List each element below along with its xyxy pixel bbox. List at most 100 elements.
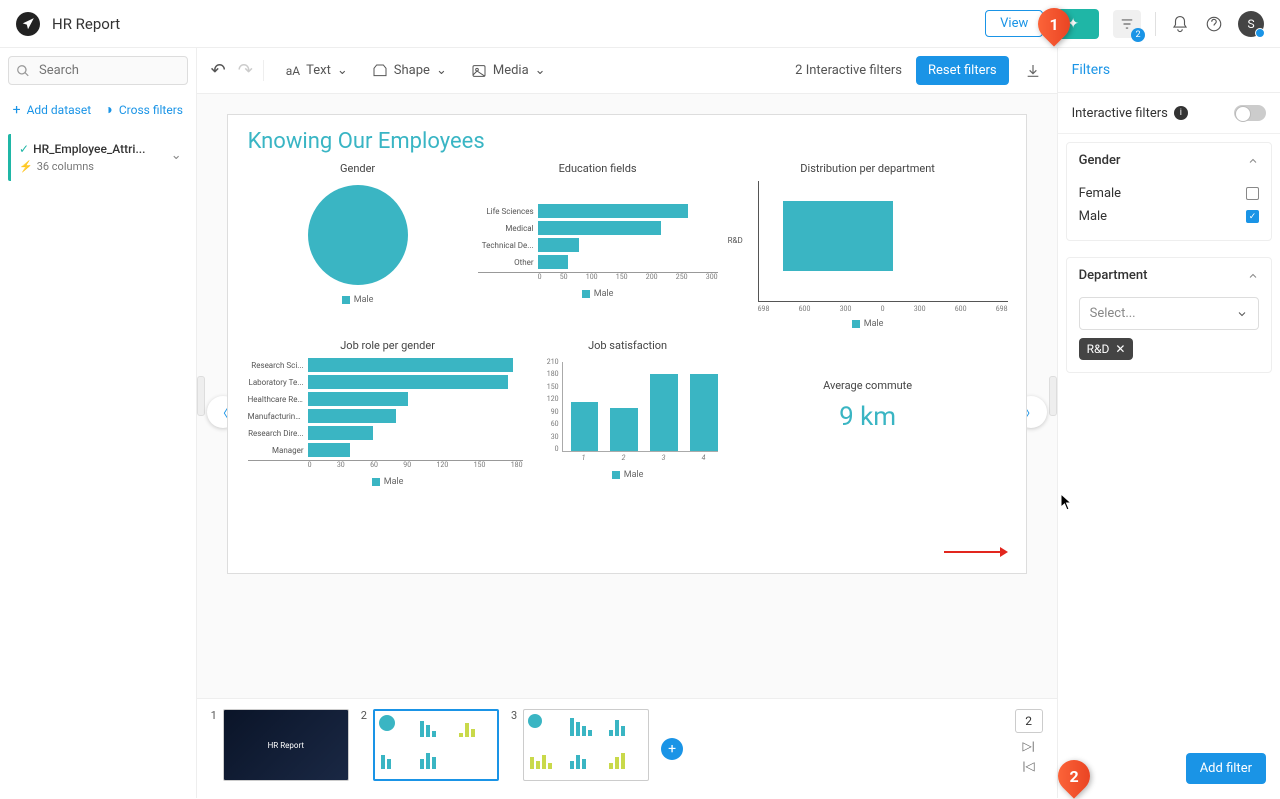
chip-remove-button[interactable]: ✕ [1115, 342, 1125, 356]
filter-section-department: Department Select... R&D ✕ [1066, 257, 1272, 373]
filter-title: Gender [1079, 153, 1121, 168]
view-button[interactable]: View [985, 10, 1043, 37]
axis-label: R&D [728, 236, 743, 245]
chart-legend: Male [248, 477, 528, 487]
bolt-icon: ⚡ [19, 160, 33, 173]
filter-header-gender[interactable]: Gender [1067, 143, 1271, 178]
venn-icon: ◑ [104, 101, 112, 118]
chevron-down-icon [1236, 308, 1248, 320]
datasets-sidebar: + Add dataset ◑ Cross filters ✓ HR_Emplo… [0, 48, 197, 798]
check-icon: ✓ [19, 142, 29, 156]
thumb-number: 1 [211, 709, 217, 781]
chevron-down-icon: ⌄ [337, 63, 348, 78]
search-input[interactable] [8, 56, 188, 85]
thumbnail-3[interactable]: 3 [511, 709, 649, 781]
slide-canvas[interactable]: Knowing Our Employees Gender Male Educat… [227, 114, 1027, 574]
chart-commute[interactable]: Average commute 9 km [728, 339, 1008, 487]
info-icon[interactable]: i [1174, 106, 1188, 120]
mouse-cursor [1060, 493, 1074, 515]
department-select[interactable]: Select... [1079, 297, 1259, 330]
chart-title: Job satisfaction [538, 339, 718, 352]
chart-education[interactable]: Education fields Life Sciences Medical T… [478, 162, 718, 329]
app-logo [16, 12, 40, 36]
add-slide-button[interactable]: + [661, 738, 683, 760]
download-icon [1025, 63, 1041, 79]
add-dataset-button[interactable]: + Add dataset [8, 95, 96, 124]
red-arrow-annotation [944, 545, 1008, 559]
add-dataset-label: Add dataset [27, 103, 92, 117]
help-icon [1205, 15, 1223, 33]
slide-title: Knowing Our Employees [248, 129, 1006, 154]
interactive-filters-toggle[interactable] [1234, 105, 1266, 121]
chevron-down-icon: ⌄ [436, 63, 447, 78]
checkbox-female[interactable]: Female [1079, 182, 1259, 205]
thumb-preview: HR Report [223, 709, 349, 781]
text-tool[interactable]: aA Text ⌄ [284, 59, 350, 82]
thumb-number: 2 [361, 709, 367, 781]
filter-count-badge: 2 [1131, 28, 1145, 42]
chevron-down-icon[interactable]: ⌄ [171, 148, 182, 163]
kpi-label: Average commute [728, 379, 1008, 392]
thumbnail-2[interactable]: 2 [361, 709, 499, 781]
chart-jobrole[interactable]: Job role per gender Research Sci... Labo… [248, 339, 528, 487]
help-button[interactable] [1204, 14, 1224, 34]
right-panel-handle[interactable] [1049, 376, 1057, 416]
pie-chart [308, 185, 408, 285]
plus-icon: + [13, 102, 21, 118]
cross-filters-label: Cross filters [119, 103, 183, 117]
notifications-button[interactable] [1170, 14, 1190, 34]
interactive-filters-label: Interactive filters [1072, 106, 1168, 121]
media-tool[interactable]: Media ⌄ [469, 59, 548, 83]
add-filter-button[interactable]: Add filter [1186, 753, 1266, 784]
filter-header-department[interactable]: Department [1067, 258, 1271, 293]
chart-title: Education fields [478, 162, 718, 175]
interactive-filter-count: 2 Interactive filters [795, 63, 902, 78]
page-number-input[interactable]: 2 [1015, 709, 1043, 733]
dataset-columns: 36 columns [37, 160, 94, 173]
thumbnail-1[interactable]: 1 HR Report [211, 709, 349, 781]
reset-filters-button[interactable]: Reset filters [916, 56, 1009, 85]
prev-page-button[interactable]: |◁ [1023, 759, 1035, 773]
slide-thumbnails: 1 HR Report 2 3 [197, 698, 1057, 798]
chart-legend: Male [478, 289, 718, 299]
left-panel-handle[interactable] [197, 376, 205, 416]
chart-legend: Male [728, 319, 1008, 329]
chart-gender[interactable]: Gender Male [248, 162, 468, 329]
chart-distribution[interactable]: Distribution per department R&D 69860030… [728, 162, 1008, 329]
editor-toolbar: ↶ ↷ aA Text ⌄ Shape ⌄ Media ⌄ 2 Interact… [197, 48, 1057, 94]
chart-jobsat[interactable]: Job satisfaction 2101801501209060300 123… [538, 339, 718, 487]
filters-panel: Filters Interactive filters i Gender Fem… [1057, 48, 1280, 798]
chart-legend: Male [538, 470, 718, 480]
cross-filters-button[interactable]: ◑ Cross filters [100, 95, 188, 124]
chart-title: Gender [248, 162, 468, 175]
redo-button[interactable]: ↷ [238, 60, 253, 81]
text-tool-label: Text [306, 63, 331, 78]
checkbox-label: Male [1079, 209, 1107, 224]
media-tool-label: Media [493, 63, 529, 78]
user-avatar[interactable]: S [1238, 11, 1264, 37]
app-header: HR Report View ✦ 2 S [0, 0, 1280, 48]
filter-section-gender: Gender Female Male ✓ [1066, 142, 1272, 241]
checkbox-label: Female [1079, 186, 1121, 201]
chevron-up-icon [1247, 270, 1259, 282]
kpi-value: 9 km [728, 402, 1008, 432]
chart-legend: Male [248, 295, 468, 305]
bell-icon [1171, 15, 1189, 33]
shape-icon [372, 63, 388, 79]
download-button[interactable] [1023, 61, 1043, 81]
shape-tool[interactable]: Shape ⌄ [370, 59, 449, 83]
checkbox-male[interactable]: Male ✓ [1079, 205, 1259, 228]
chart-title: Job role per gender [248, 339, 528, 352]
report-title: HR Report [52, 15, 120, 33]
next-page-button[interactable]: ▷| [1023, 739, 1035, 753]
media-icon [471, 63, 487, 79]
undo-button[interactable]: ↶ [211, 60, 226, 81]
canvas-area: ↶ ↷ aA Text ⌄ Shape ⌄ Media ⌄ 2 Interact… [197, 48, 1057, 798]
filter-chip-rd: R&D ✕ [1079, 338, 1134, 360]
filter-title: Department [1079, 268, 1148, 283]
checkbox-icon [1246, 187, 1259, 200]
chevron-up-icon [1247, 155, 1259, 167]
header-filter-button[interactable]: 2 [1113, 10, 1141, 38]
dataset-item[interactable]: ✓ HR_Employee_Attri... ⚡ 36 columns ⌄ [8, 134, 188, 181]
dataset-name: HR_Employee_Attri... [33, 142, 145, 156]
